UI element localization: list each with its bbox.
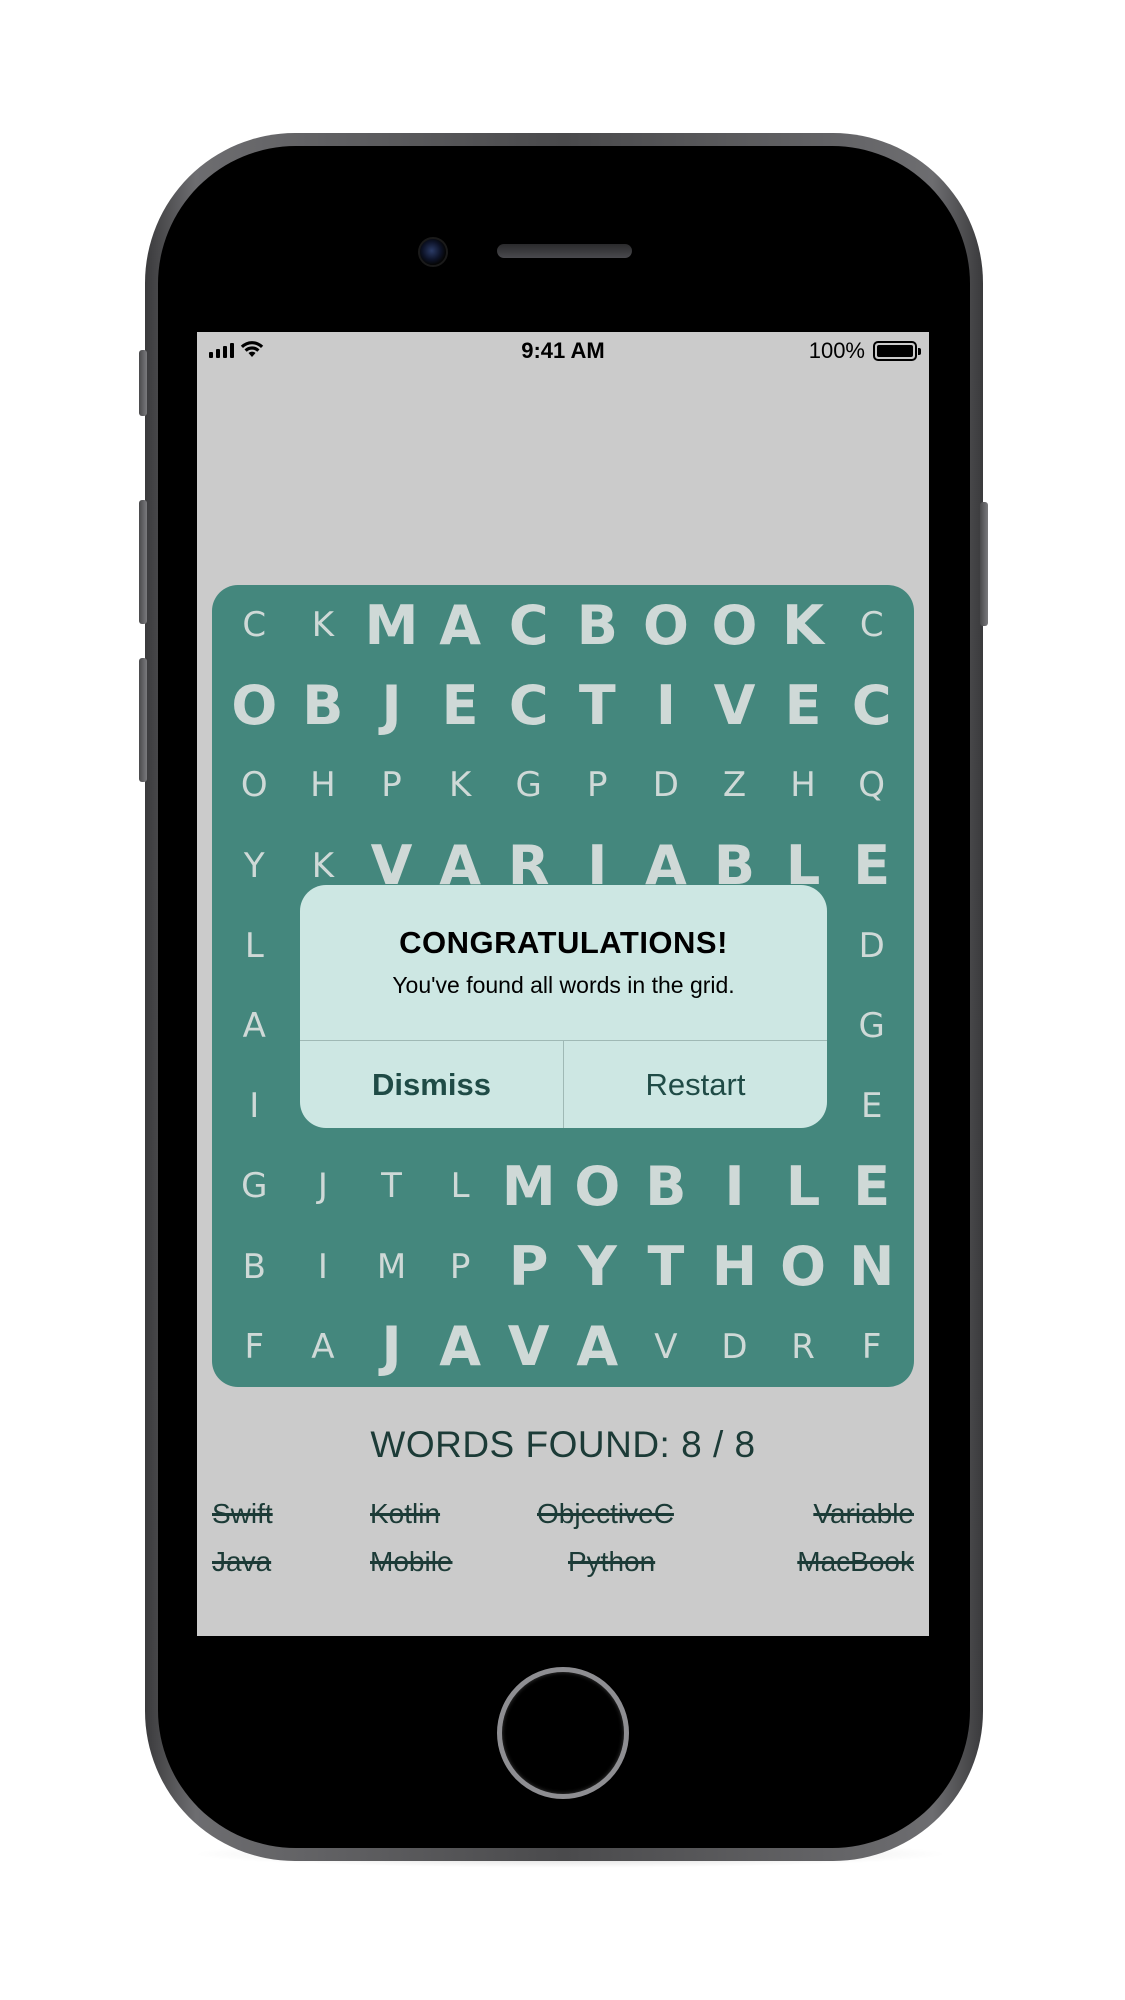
alert-message: You've found all words in the grid. — [392, 972, 735, 998]
grid-cell[interactable]: H — [289, 745, 358, 825]
grid-cell[interactable]: O — [632, 585, 701, 665]
grid-cell[interactable]: O — [700, 585, 769, 665]
dismiss-button[interactable]: Dismiss — [300, 1041, 563, 1128]
status-bar: 9:41 AM 100% — [197, 332, 929, 372]
grid-cell[interactable]: Z — [700, 745, 769, 825]
grid-cell[interactable]: L — [220, 906, 289, 986]
grid-cell[interactable]: V — [632, 1307, 701, 1387]
status-right: 100% — [808, 338, 921, 364]
front-camera — [418, 237, 448, 267]
grid-cell[interactable]: B — [220, 1227, 289, 1307]
grid-cell[interactable]: C — [837, 665, 906, 745]
grid-cell[interactable]: T — [632, 1227, 701, 1307]
grid-cell[interactable]: C — [837, 585, 906, 665]
device-mockup: 9:41 AM 100% CKMACBOOKCOBJECTIVECOHPKGPD… — [0, 0, 1125, 2000]
grid-cell[interactable]: Q — [837, 745, 906, 825]
grid-cell[interactable]: B — [632, 1146, 701, 1226]
grid-cell[interactable]: I — [289, 1227, 358, 1307]
grid-cell[interactable]: J — [357, 1307, 426, 1387]
grid-cell[interactable]: N — [837, 1227, 906, 1307]
grid-cell[interactable]: D — [632, 745, 701, 825]
restart-button[interactable]: Restart — [563, 1041, 827, 1128]
grid-cell[interactable]: O — [220, 745, 289, 825]
grid-cell[interactable]: H — [769, 745, 838, 825]
word-item: ObjectiveC — [537, 1498, 674, 1529]
grid-cell[interactable]: O — [563, 1146, 632, 1226]
alert-actions: Dismiss Restart — [300, 1040, 827, 1128]
grid-cell[interactable]: F — [220, 1307, 289, 1387]
grid-cell[interactable]: G — [494, 745, 563, 825]
grid-cell[interactable]: V — [700, 665, 769, 745]
grid-cell[interactable]: O — [220, 665, 289, 745]
grid-cell[interactable]: M — [494, 1146, 563, 1226]
grid-cell[interactable]: L — [769, 1146, 838, 1226]
grid-cell[interactable]: I — [220, 1066, 289, 1146]
grid-cell[interactable]: F — [837, 1307, 906, 1387]
grid-cell[interactable]: E — [837, 826, 906, 906]
grid-cell[interactable]: G — [220, 1146, 289, 1226]
grid-cell[interactable]: D — [700, 1307, 769, 1387]
grid-cell[interactable]: I — [632, 665, 701, 745]
grid-cell[interactable]: P — [494, 1227, 563, 1307]
grid-cell[interactable]: P — [563, 745, 632, 825]
grid-cell[interactable]: I — [700, 1146, 769, 1226]
grid-cell[interactable]: Y — [220, 826, 289, 906]
grid-cell[interactable]: K — [289, 585, 358, 665]
battery-icon — [873, 341, 921, 361]
grid-cell[interactable]: A — [426, 1307, 495, 1387]
word-item: Python — [568, 1546, 656, 1577]
grid-cell[interactable]: O — [769, 1227, 838, 1307]
volume-down-button — [139, 658, 147, 782]
grid-cell[interactable]: E — [837, 1146, 906, 1226]
grid-cell[interactable]: V — [494, 1307, 563, 1387]
grid-cell[interactable]: T — [563, 665, 632, 745]
grid-cell[interactable]: Y — [563, 1227, 632, 1307]
grid-cell[interactable]: J — [357, 665, 426, 745]
grid-cell[interactable]: C — [220, 585, 289, 665]
grid-cell[interactable]: G — [837, 986, 906, 1066]
grid-cell[interactable]: H — [700, 1227, 769, 1307]
home-button[interactable] — [497, 1667, 629, 1799]
grid-cell[interactable]: P — [426, 1227, 495, 1307]
grid-cell[interactable]: P — [357, 745, 426, 825]
grid-cell[interactable]: K — [769, 585, 838, 665]
grid-cell[interactable]: M — [357, 1227, 426, 1307]
grid-cell[interactable]: T — [357, 1146, 426, 1226]
grid-cell[interactable]: J — [289, 1146, 358, 1226]
grid-cell[interactable]: R — [769, 1307, 838, 1387]
grid-cell[interactable]: L — [426, 1146, 495, 1226]
grid-cell[interactable]: B — [563, 585, 632, 665]
power-button — [980, 502, 988, 626]
battery-percentage: 100% — [808, 338, 865, 363]
word-item: MacBook — [797, 1546, 914, 1577]
volume-up-button — [139, 500, 147, 624]
grid-cell[interactable]: A — [563, 1307, 632, 1387]
mute-switch — [139, 350, 147, 416]
grid-cell[interactable]: M — [357, 585, 426, 665]
grid-cell[interactable]: A — [220, 986, 289, 1066]
word-item: Kotlin — [370, 1498, 441, 1529]
grid-cell[interactable]: C — [494, 585, 563, 665]
words-found-counter: WORDS FOUND: 8 / 8 — [370, 1424, 756, 1465]
grid-cell[interactable]: E — [769, 665, 838, 745]
word-item: Java — [212, 1546, 272, 1577]
word-item: Mobile — [370, 1546, 453, 1577]
earpiece-speaker — [497, 244, 632, 258]
word-item: Variable — [813, 1498, 914, 1529]
grid-cell[interactable]: A — [426, 585, 495, 665]
word-item: Swift — [212, 1498, 273, 1529]
alert-title: CONGRATULATIONS! — [399, 925, 728, 960]
grid-cell[interactable]: K — [426, 745, 495, 825]
grid-cell[interactable]: D — [837, 906, 906, 986]
grid-cell[interactable]: C — [494, 665, 563, 745]
grid-cell[interactable]: E — [837, 1066, 906, 1146]
grid-cell[interactable]: E — [426, 665, 495, 745]
grid-cell[interactable]: B — [289, 665, 358, 745]
app-screen: 9:41 AM 100% CKMACBOOKCOBJECTIVECOHPKGPD… — [197, 332, 929, 1636]
congratulations-alert: CONGRATULATIONS! You've found all words … — [300, 885, 827, 1128]
grid-cell[interactable]: A — [289, 1307, 358, 1387]
